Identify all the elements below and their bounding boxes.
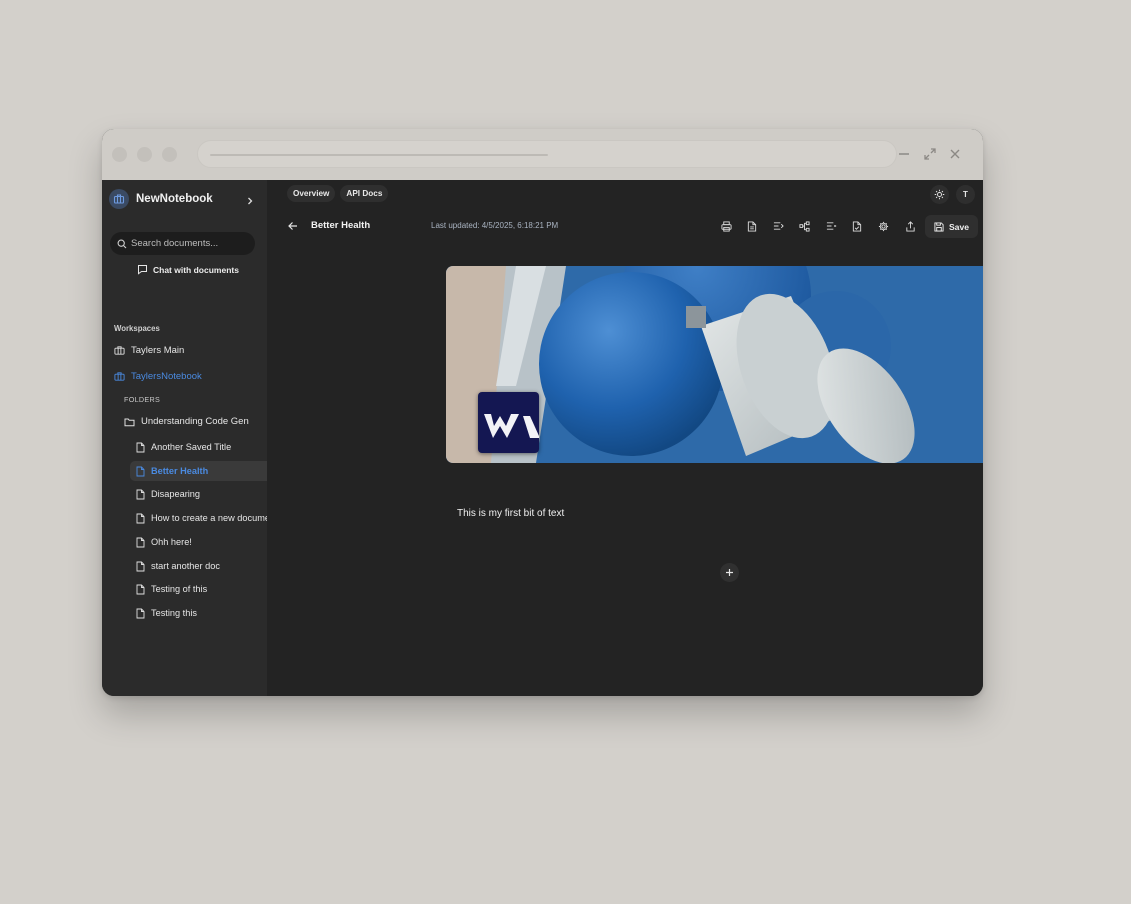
top-tabs: Overview API Docs bbox=[287, 185, 393, 202]
document-label: Disapearing bbox=[151, 489, 201, 499]
save-label: Save bbox=[948, 221, 970, 232]
document-label: How to create a new document bbox=[151, 513, 267, 523]
arrow-left-icon[interactable] bbox=[287, 219, 299, 237]
app-window: NewNotebook Chat with documents Workspac… bbox=[102, 129, 983, 696]
chat-icon bbox=[137, 264, 148, 275]
document-title: Better Health bbox=[311, 220, 371, 231]
document-label: start another doc bbox=[151, 561, 220, 571]
file-check-icon[interactable] bbox=[849, 218, 865, 234]
window-zoom-dot[interactable] bbox=[162, 147, 177, 162]
address-placeholder-line bbox=[210, 154, 548, 156]
search-box[interactable] bbox=[110, 232, 255, 255]
document-body-text[interactable]: This is my first bit of text bbox=[457, 508, 564, 519]
app-content: NewNotebook Chat with documents Workspac… bbox=[102, 180, 983, 696]
search-icon bbox=[117, 239, 127, 249]
chat-label: Chat with documents bbox=[153, 264, 239, 275]
document-item[interactable]: Another Saved Title bbox=[130, 437, 267, 457]
last-updated-text: Last updated: 4/5/2025, 6:18:21 PM bbox=[431, 221, 559, 230]
workspace-item-taylersnotebook[interactable]: TaylersNotebook bbox=[114, 371, 202, 382]
window-close-dot[interactable] bbox=[112, 147, 127, 162]
folder-label: Understanding Code Gen bbox=[141, 416, 249, 427]
cover-image[interactable] bbox=[446, 266, 983, 463]
close-icon[interactable] bbox=[945, 144, 965, 164]
document-toolbar bbox=[718, 218, 928, 234]
file-icon bbox=[136, 466, 145, 477]
print-icon[interactable] bbox=[718, 218, 734, 234]
top-right-controls: T bbox=[923, 185, 975, 204]
tab-api-docs[interactable]: API Docs bbox=[340, 185, 389, 202]
workspace-switcher[interactable]: NewNotebook bbox=[109, 188, 259, 210]
document-item[interactable]: How to create a new document bbox=[130, 508, 267, 528]
folder-understanding-code-gen[interactable]: Understanding Code Gen bbox=[124, 416, 249, 427]
plus-icon bbox=[725, 568, 734, 577]
outdent-icon[interactable] bbox=[823, 218, 839, 234]
workspace-label: Taylers Main bbox=[131, 345, 185, 356]
document-label: Another Saved Title bbox=[151, 442, 232, 452]
maximize-icon[interactable] bbox=[920, 144, 940, 164]
file-icon bbox=[136, 537, 145, 548]
save-icon bbox=[934, 221, 944, 232]
address-bar[interactable] bbox=[197, 140, 897, 168]
workspace-name: NewNotebook bbox=[136, 193, 213, 205]
document-icon[interactable] bbox=[744, 218, 760, 234]
avatar[interactable]: T bbox=[956, 185, 975, 204]
theme-toggle-sun-icon[interactable] bbox=[930, 185, 949, 204]
window-titlebar bbox=[102, 129, 983, 180]
workspace-icon bbox=[109, 189, 129, 209]
sidebar: NewNotebook Chat with documents Workspac… bbox=[102, 180, 267, 696]
document-label: Better Health bbox=[151, 466, 209, 476]
file-icon bbox=[136, 489, 145, 500]
workflow-icon[interactable] bbox=[797, 218, 813, 234]
folder-icon bbox=[124, 417, 135, 427]
gear-icon[interactable] bbox=[876, 218, 892, 234]
search-input[interactable] bbox=[131, 238, 249, 249]
chevron-right-icon[interactable] bbox=[245, 193, 255, 211]
save-button[interactable]: Save bbox=[925, 215, 978, 238]
document-item-active[interactable]: Better Health bbox=[130, 461, 267, 481]
file-icon bbox=[136, 561, 145, 572]
file-icon bbox=[136, 442, 145, 453]
window-minimize-dot[interactable] bbox=[137, 147, 152, 162]
workspaces-heading: Workspaces bbox=[114, 324, 160, 333]
indent-icon[interactable] bbox=[771, 218, 787, 234]
main-panel: Overview API Docs T Better Health Last u… bbox=[267, 180, 983, 696]
briefcase-icon bbox=[114, 371, 125, 382]
document-item[interactable]: Testing this bbox=[130, 603, 267, 623]
document-label: Testing this bbox=[151, 608, 197, 618]
tab-overview[interactable]: Overview bbox=[287, 185, 336, 202]
workspace-item-taylers-main[interactable]: Taylers Main bbox=[114, 345, 184, 356]
briefcase-icon bbox=[114, 345, 125, 356]
file-icon bbox=[136, 584, 145, 595]
add-block-button[interactable] bbox=[720, 563, 739, 582]
document-item[interactable]: Testing of this bbox=[130, 579, 267, 599]
minimize-icon[interactable] bbox=[894, 144, 914, 164]
file-icon bbox=[136, 513, 145, 524]
document-header: Better Health Last updated: 4/5/2025, 6:… bbox=[267, 215, 983, 238]
file-icon bbox=[136, 608, 145, 619]
share-icon[interactable] bbox=[902, 218, 918, 234]
document-item[interactable]: Ohh here! bbox=[130, 532, 267, 552]
document-item[interactable]: start another doc bbox=[130, 556, 267, 576]
workspace-label: TaylersNotebook bbox=[131, 371, 202, 382]
folders-heading: FOLDERS bbox=[124, 395, 161, 404]
logo-image bbox=[478, 392, 539, 453]
document-label: Testing of this bbox=[151, 584, 208, 594]
document-item[interactable]: Disapearing bbox=[130, 484, 267, 504]
chat-with-documents-button[interactable]: Chat with documents bbox=[137, 264, 239, 275]
document-label: Ohh here! bbox=[151, 537, 192, 547]
